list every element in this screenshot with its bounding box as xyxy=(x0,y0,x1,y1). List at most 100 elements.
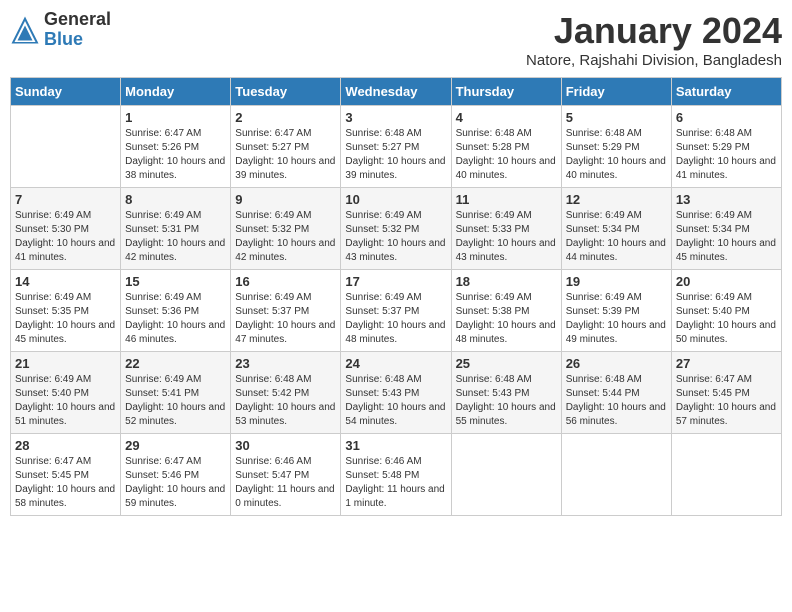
calendar-cell: 2Sunrise: 6:47 AM Sunset: 5:27 PM Daylig… xyxy=(231,106,341,188)
day-number: 6 xyxy=(676,110,777,125)
day-number: 10 xyxy=(345,192,446,207)
day-detail: Sunrise: 6:48 AM Sunset: 5:43 PM Dayligh… xyxy=(456,373,557,429)
calendar-cell: 19Sunrise: 6:49 AM Sunset: 5:39 PM Dayli… xyxy=(561,270,671,352)
day-number: 23 xyxy=(235,356,336,371)
weekday-header-row: Sunday Monday Tuesday Wednesday Thursday… xyxy=(11,78,782,106)
calendar-cell: 13 Sunrise: 6:49 AM Sunset: 5:34 PM Dayli… xyxy=(671,188,781,270)
day-detail: Sunrise: 6:49 AM Sunset: 5:41 PM Dayligh… xyxy=(125,373,226,429)
title-area: January 2024 Natore, Rajshahi Division, … xyxy=(526,10,782,69)
calendar-cell: 9Sunrise: 6:49 AM Sunset: 5:32 PM Daylig… xyxy=(231,188,341,270)
calendar-cell: 22 Sunrise: 6:49 AM Sunset: 5:41 PM Dayli… xyxy=(121,352,231,434)
calendar-cell: 12 Sunrise: 6:49 AM Sunset: 5:34 PM Dayli… xyxy=(561,188,671,270)
day-number: 7 xyxy=(15,192,116,207)
logo-text: General Blue xyxy=(44,10,111,50)
day-detail: Sunrise: 6:48 AM Sunset: 5:29 PM Dayligh… xyxy=(676,127,777,183)
calendar-cell: 6 Sunrise: 6:48 AM Sunset: 5:29 PM Daylig… xyxy=(671,106,781,188)
day-number: 26 xyxy=(566,356,667,371)
day-detail: Sunrise: 6:49 AM Sunset: 5:34 PM Dayligh… xyxy=(566,209,667,265)
calendar-cell: 15 Sunrise: 6:49 AM Sunset: 5:36 PM Dayli… xyxy=(121,270,231,352)
day-number: 18 xyxy=(456,274,557,289)
day-detail: Sunrise: 6:48 AM Sunset: 5:43 PM Dayligh… xyxy=(345,373,446,429)
col-thursday: Thursday xyxy=(451,78,561,106)
day-detail: Sunrise: 6:47 AM Sunset: 5:26 PM Dayligh… xyxy=(125,127,226,183)
day-detail: Sunrise: 6:49 AM Sunset: 5:30 PM Dayligh… xyxy=(15,209,116,265)
day-number: 12 xyxy=(566,192,667,207)
day-detail: Sunrise: 6:48 AM Sunset: 5:28 PM Dayligh… xyxy=(456,127,557,183)
calendar-week-5: 28Sunrise: 6:47 AM Sunset: 5:45 PM Dayli… xyxy=(11,434,782,516)
day-number: 13 xyxy=(676,192,777,207)
day-detail: Sunrise: 6:49 AM Sunset: 5:36 PM Dayligh… xyxy=(125,291,226,347)
day-detail: Sunrise: 6:46 AM Sunset: 5:48 PM Dayligh… xyxy=(345,455,446,511)
calendar-cell: 31Sunrise: 6:46 AM Sunset: 5:48 PM Dayli… xyxy=(341,434,451,516)
day-detail: Sunrise: 6:49 AM Sunset: 5:34 PM Dayligh… xyxy=(676,209,777,265)
day-detail: Sunrise: 6:49 AM Sunset: 5:38 PM Dayligh… xyxy=(456,291,557,347)
calendar-week-4: 21Sunrise: 6:49 AM Sunset: 5:40 PM Dayli… xyxy=(11,352,782,434)
calendar-cell: 30 Sunrise: 6:46 AM Sunset: 5:47 PM Dayli… xyxy=(231,434,341,516)
day-detail: Sunrise: 6:47 AM Sunset: 5:46 PM Dayligh… xyxy=(125,455,226,511)
day-number: 16 xyxy=(235,274,336,289)
day-detail: Sunrise: 6:48 AM Sunset: 5:44 PM Dayligh… xyxy=(566,373,667,429)
day-number: 19 xyxy=(566,274,667,289)
calendar-cell: 27 Sunrise: 6:47 AM Sunset: 5:45 PM Dayli… xyxy=(671,352,781,434)
calendar-cell: 18 Sunrise: 6:49 AM Sunset: 5:38 PM Dayli… xyxy=(451,270,561,352)
col-wednesday: Wednesday xyxy=(341,78,451,106)
calendar-cell: 8Sunrise: 6:49 AM Sunset: 5:31 PM Daylig… xyxy=(121,188,231,270)
col-friday: Friday xyxy=(561,78,671,106)
calendar-cell: 23 Sunrise: 6:48 AM Sunset: 5:42 PM Dayli… xyxy=(231,352,341,434)
day-number: 3 xyxy=(345,110,446,125)
day-number: 5 xyxy=(566,110,667,125)
day-number: 8 xyxy=(125,192,226,207)
col-monday: Monday xyxy=(121,78,231,106)
day-detail: Sunrise: 6:48 AM Sunset: 5:29 PM Dayligh… xyxy=(566,127,667,183)
calendar-cell: 10 Sunrise: 6:49 AM Sunset: 5:32 PM Dayli… xyxy=(341,188,451,270)
page-header: General Blue January 2024 Natore, Rajsha… xyxy=(10,10,782,69)
day-number: 9 xyxy=(235,192,336,207)
calendar-week-3: 14Sunrise: 6:49 AM Sunset: 5:35 PM Dayli… xyxy=(11,270,782,352)
logo-blue-text: Blue xyxy=(44,30,111,50)
location-subtitle: Natore, Rajshahi Division, Bangladesh xyxy=(526,52,782,69)
col-tuesday: Tuesday xyxy=(231,78,341,106)
calendar-cell: 3 Sunrise: 6:48 AM Sunset: 5:27 PM Daylig… xyxy=(341,106,451,188)
calendar-cell: 1Sunrise: 6:47 AM Sunset: 5:26 PM Daylig… xyxy=(121,106,231,188)
calendar-cell: 4 Sunrise: 6:48 AM Sunset: 5:28 PM Daylig… xyxy=(451,106,561,188)
day-detail: Sunrise: 6:49 AM Sunset: 5:32 PM Dayligh… xyxy=(345,209,446,265)
day-number: 27 xyxy=(676,356,777,371)
calendar-cell: 21Sunrise: 6:49 AM Sunset: 5:40 PM Dayli… xyxy=(11,352,121,434)
day-number: 24 xyxy=(345,356,446,371)
day-detail: Sunrise: 6:49 AM Sunset: 5:40 PM Dayligh… xyxy=(676,291,777,347)
calendar-week-2: 7 Sunrise: 6:49 AM Sunset: 5:30 PM Daylig… xyxy=(11,188,782,270)
col-sunday: Sunday xyxy=(11,78,121,106)
day-number: 4 xyxy=(456,110,557,125)
calendar-cell: 5 Sunrise: 6:48 AM Sunset: 5:29 PM Daylig… xyxy=(561,106,671,188)
day-detail: Sunrise: 6:49 AM Sunset: 5:37 PM Dayligh… xyxy=(345,291,446,347)
col-saturday: Saturday xyxy=(671,78,781,106)
calendar-cell: 29 Sunrise: 6:47 AM Sunset: 5:46 PM Dayli… xyxy=(121,434,231,516)
day-detail: Sunrise: 6:49 AM Sunset: 5:35 PM Dayligh… xyxy=(15,291,116,347)
day-number: 29 xyxy=(125,438,226,453)
logo-general-text: General xyxy=(44,10,111,30)
day-detail: Sunrise: 6:49 AM Sunset: 5:40 PM Dayligh… xyxy=(15,373,116,429)
calendar-cell: 17 Sunrise: 6:49 AM Sunset: 5:37 PM Dayli… xyxy=(341,270,451,352)
day-number: 25 xyxy=(456,356,557,371)
calendar-cell xyxy=(671,434,781,516)
day-detail: Sunrise: 6:48 AM Sunset: 5:27 PM Dayligh… xyxy=(345,127,446,183)
day-number: 22 xyxy=(125,356,226,371)
day-detail: Sunrise: 6:49 AM Sunset: 5:37 PM Dayligh… xyxy=(235,291,336,347)
day-number: 28 xyxy=(15,438,116,453)
calendar-week-1: 1Sunrise: 6:47 AM Sunset: 5:26 PM Daylig… xyxy=(11,106,782,188)
calendar-cell xyxy=(451,434,561,516)
calendar-cell: 28Sunrise: 6:47 AM Sunset: 5:45 PM Dayli… xyxy=(11,434,121,516)
logo-icon xyxy=(10,15,40,45)
day-number: 15 xyxy=(125,274,226,289)
day-detail: Sunrise: 6:48 AM Sunset: 5:42 PM Dayligh… xyxy=(235,373,336,429)
day-number: 17 xyxy=(345,274,446,289)
day-detail: Sunrise: 6:46 AM Sunset: 5:47 PM Dayligh… xyxy=(235,455,336,511)
day-detail: Sunrise: 6:47 AM Sunset: 5:45 PM Dayligh… xyxy=(676,373,777,429)
day-number: 30 xyxy=(235,438,336,453)
calendar-cell: 24 Sunrise: 6:48 AM Sunset: 5:43 PM Dayli… xyxy=(341,352,451,434)
calendar-cell: 20Sunrise: 6:49 AM Sunset: 5:40 PM Dayli… xyxy=(671,270,781,352)
day-detail: Sunrise: 6:47 AM Sunset: 5:27 PM Dayligh… xyxy=(235,127,336,183)
calendar-cell xyxy=(11,106,121,188)
calendar-cell xyxy=(561,434,671,516)
day-detail: Sunrise: 6:49 AM Sunset: 5:33 PM Dayligh… xyxy=(456,209,557,265)
